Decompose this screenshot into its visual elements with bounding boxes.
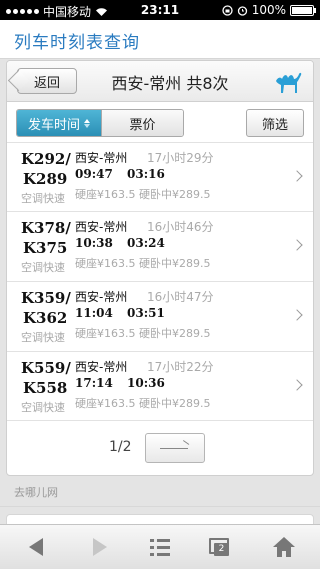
train-duration: 17小时22分 xyxy=(147,360,214,374)
arrival-time: 10:36 xyxy=(127,376,165,390)
next-page-button[interactable] xyxy=(145,433,205,463)
browser-home-button[interactable] xyxy=(264,525,304,569)
source-label: 去哪儿网 xyxy=(14,486,58,499)
train-code: K292/K289 xyxy=(21,150,71,188)
chevron-right-icon xyxy=(291,239,303,251)
ticket-prices: 硬座¥163.5 硬卧中¥289.5 xyxy=(75,257,211,270)
chevron-right-icon xyxy=(291,379,303,391)
browser-tabs-button[interactable]: 2 xyxy=(200,525,240,569)
route-title: 西安-常州 共8次 xyxy=(111,74,229,93)
battery-icon xyxy=(290,4,316,16)
departure-time: 11:04 xyxy=(75,306,113,320)
sort-departure-time-label: 发车时间 xyxy=(27,117,80,133)
train-row[interactable]: K559/K558 空调快速 西安-常州 17小时22分 17:14 10:36… xyxy=(7,352,313,421)
sort-segment: 发车时间 票价 xyxy=(16,109,184,137)
arrival-time: 03:51 xyxy=(127,306,165,320)
train-duration: 16小时47分 xyxy=(147,290,214,304)
arrow-right-icon xyxy=(160,448,188,449)
train-list: K292/K289 空调快速 西安-常州 17小时29分 09:47 03:16… xyxy=(7,143,313,421)
ticket-prices: 硬座¥163.5 硬卧中¥289.5 xyxy=(75,188,211,201)
train-code: K378/K375 xyxy=(21,219,71,257)
arrival-time: 03:24 xyxy=(127,236,165,250)
lock-rotation-icon xyxy=(222,4,233,16)
train-row[interactable]: K359/K362 空调快速 西安-常州 16小时47分 11:04 03:51… xyxy=(7,282,313,352)
site-header: 列车时刻表查询 xyxy=(0,20,320,59)
chevron-right-icon xyxy=(291,170,303,182)
train-route: 西安-常州 xyxy=(75,220,128,234)
source-footer: 去哪儿网 xyxy=(0,476,320,507)
train-row[interactable]: K292/K289 空调快速 西安-常州 17小时29分 09:47 03:16… xyxy=(7,143,313,212)
battery-percent: 100% xyxy=(251,3,286,17)
ticket-prices: 硬座¥163.5 硬卧中¥289.5 xyxy=(75,327,211,340)
train-route: 西安-常州 xyxy=(75,151,128,165)
train-row[interactable]: K378/K375 空调快速 西安-常州 16小时46分 10:38 03:24… xyxy=(7,212,313,282)
card-header: 返回 西安-常州 共8次 xyxy=(7,61,313,102)
filter-button[interactable]: 筛选 xyxy=(246,109,304,137)
train-type: 空调快速 xyxy=(21,261,65,274)
page-indicator: 1/2 xyxy=(109,439,132,455)
tabs-count: 2 xyxy=(214,543,229,556)
list-icon xyxy=(150,538,170,556)
alarm-icon xyxy=(237,5,247,16)
sort-departure-time-button[interactable]: 发车时间 xyxy=(17,110,101,136)
train-route: 西安-常州 xyxy=(75,290,128,304)
browser-back-button[interactable] xyxy=(16,525,56,569)
train-type: 空调快速 xyxy=(21,331,65,344)
train-code: K559/K558 xyxy=(21,359,71,397)
pagination: 1/2 xyxy=(7,425,313,471)
browser-toolbar: 2 xyxy=(0,524,320,569)
camel-logo-icon xyxy=(276,72,302,93)
sort-price-button[interactable]: 票价 xyxy=(101,110,183,136)
page-title[interactable]: 列车时刻表查询 xyxy=(14,28,140,53)
sort-icon xyxy=(84,118,90,128)
departure-time: 10:38 xyxy=(75,236,113,250)
departure-time: 09:47 xyxy=(75,167,113,181)
train-duration: 17小时29分 xyxy=(147,151,214,165)
train-type: 空调快速 xyxy=(21,192,65,205)
browser-menu-button[interactable] xyxy=(140,525,180,569)
home-icon xyxy=(273,537,295,557)
back-button[interactable]: 返回 xyxy=(17,68,77,94)
results-card: 返回 西安-常州 共8次 发车时间 票价 筛选 K292/K289 空调快速 西… xyxy=(6,60,314,476)
filter-button-label: 筛选 xyxy=(261,117,288,133)
arrival-time: 03:16 xyxy=(127,167,165,181)
filter-bar: 发车时间 票价 筛选 xyxy=(7,102,313,143)
ticket-prices: 硬座¥163.5 硬卧中¥289.5 xyxy=(75,397,211,410)
back-button-label: 返回 xyxy=(33,75,60,91)
forward-arrow-icon xyxy=(93,538,107,556)
train-route: 西安-常州 xyxy=(75,360,128,374)
sort-price-label: 票价 xyxy=(129,117,156,133)
chevron-right-icon xyxy=(291,309,303,321)
tabs-icon: 2 xyxy=(209,538,231,556)
status-bar: 中国移动 23:11 100% xyxy=(0,0,320,20)
browser-forward-button[interactable] xyxy=(80,525,120,569)
train-code: K359/K362 xyxy=(21,289,71,327)
departure-time: 17:14 xyxy=(75,376,113,390)
train-duration: 16小时46分 xyxy=(147,220,214,234)
back-arrow-icon xyxy=(29,538,43,556)
train-type: 空调快速 xyxy=(21,401,65,414)
